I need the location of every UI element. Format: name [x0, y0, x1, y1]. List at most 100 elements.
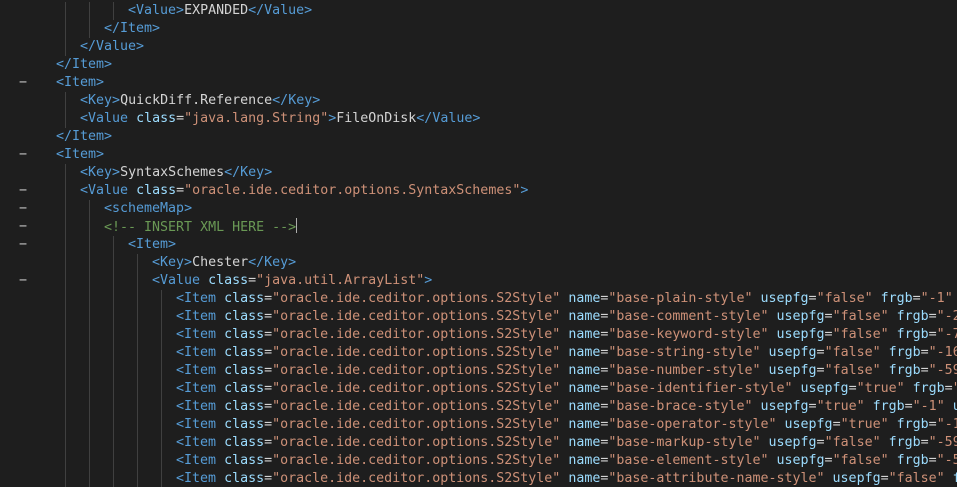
code-line[interactable]: </Value>	[0, 38, 957, 56]
attribute-name: name	[568, 363, 601, 378]
indent-guide	[89, 416, 90, 434]
code-editor[interactable]: <Value>EXPANDED</Value> </Item> </Value> </…	[0, 0, 957, 487]
equals-sign: =	[176, 111, 185, 126]
tag-bracket: >	[96, 75, 105, 90]
code-line[interactable]: <Item class="oracle.ide.ceditor.options.…	[0, 344, 957, 362]
fold-collapse-icon[interactable]: −	[18, 74, 28, 92]
tag-bracket: <	[176, 417, 185, 432]
code-text: <Key>QuickDiff.Reference</Key>	[80, 92, 320, 110]
code-line[interactable]: <Item class="oracle.ide.ceditor.options.…	[0, 290, 957, 308]
fold-collapse-icon[interactable]: −	[18, 146, 28, 164]
tag-bracket: >	[168, 237, 177, 252]
attribute-value: "	[953, 381, 957, 396]
code-line[interactable]: <Key>Chester</Key>	[0, 254, 957, 272]
code-line[interactable]: <Item class="oracle.ide.ceditor.options.…	[0, 470, 957, 487]
code-line[interactable]: </Item>	[0, 20, 957, 38]
equals-sign: =	[264, 363, 273, 378]
text-content	[793, 381, 801, 396]
fold-collapse-icon[interactable]: −	[18, 218, 28, 236]
tag-bracket: </	[224, 165, 241, 180]
tag-name: Item	[64, 147, 97, 162]
tag-bracket: >	[184, 201, 193, 216]
fold-collapse-icon[interactable]: −	[18, 272, 28, 290]
text-content	[216, 435, 224, 450]
code-line[interactable]: − <Value class="oracle.ide.ceditor.option…	[0, 182, 957, 200]
attribute-value: "true"	[840, 417, 889, 432]
indent-guide	[113, 416, 114, 434]
tag-name: Value	[264, 3, 305, 18]
attribute-value: "oracle.ide.ceditor.options.S2Style"	[272, 309, 561, 324]
code-line[interactable]: − <Item>	[0, 74, 957, 92]
attribute-value: "false"	[824, 363, 881, 378]
text-content	[768, 309, 776, 324]
code-line[interactable]: <Item class="oracle.ide.ceditor.options.…	[0, 362, 957, 380]
attribute-name: class	[136, 111, 177, 126]
attribute-value: "false"	[888, 471, 945, 486]
text-content	[752, 291, 760, 306]
attribute-name: usepfg	[800, 381, 849, 396]
text-cursor	[296, 218, 298, 233]
indent-guide	[89, 20, 90, 38]
code-text: <Key>Chester</Key>	[152, 254, 296, 272]
code-line[interactable]: </Item>	[0, 128, 957, 146]
text-content	[945, 471, 953, 486]
code-line[interactable]: <Key>SyntaxSchemes</Key>	[0, 164, 957, 182]
indent-guide	[65, 416, 66, 434]
code-line[interactable]: − <Value class="java.util.ArrayList">	[0, 272, 957, 290]
code-line[interactable]: − <Item>	[0, 146, 957, 164]
code-text: <Item>	[128, 236, 176, 254]
indent-guide	[137, 452, 138, 470]
code-line[interactable]: − <schemeMap>	[0, 200, 957, 218]
code-line[interactable]: <Item class="oracle.ide.ceditor.options.…	[0, 416, 957, 434]
indent-guide	[65, 308, 66, 326]
code-line[interactable]: <Key>QuickDiff.Reference</Key>	[0, 92, 957, 110]
code-line[interactable]: <Item class="oracle.ide.ceditor.options.…	[0, 452, 957, 470]
code-text: <Item class="oracle.ide.ceditor.options.…	[176, 434, 957, 452]
attribute-name: class	[224, 399, 265, 414]
tag-name: Item	[72, 129, 105, 144]
indent-guide	[89, 398, 90, 416]
tag-name: Value	[96, 39, 137, 54]
fold-collapse-icon[interactable]: −	[18, 182, 28, 200]
attribute-value: "oracle.ide.ceditor.options.S2Style"	[272, 381, 561, 396]
text-content: QuickDiff.Reference	[120, 93, 273, 108]
equals-sign: =	[264, 345, 273, 360]
indent-guide	[65, 236, 66, 254]
code-line[interactable]: </Item>	[0, 56, 957, 74]
code-line[interactable]: <Item class="oracle.ide.ceditor.options.…	[0, 326, 957, 344]
code-text: <Value>EXPANDED</Value>	[128, 2, 312, 20]
tag-bracket: <	[176, 291, 185, 306]
attribute-value: "false"	[832, 327, 889, 342]
indent-guide	[137, 254, 138, 272]
tag-bracket: </	[56, 57, 73, 72]
code-text: <Value class="java.util.ArrayList">	[152, 272, 432, 290]
indent-guide	[65, 398, 66, 416]
code-line[interactable]: − <Item>	[0, 236, 957, 254]
attribute-name: f	[952, 471, 957, 486]
code-line[interactable]: <Item class="oracle.ide.ceditor.options.…	[0, 380, 957, 398]
tag-name: Key	[88, 165, 113, 180]
indent-guide	[113, 452, 114, 470]
indent-guide	[65, 182, 66, 200]
code-line[interactable]: <Item class="oracle.ide.ceditor.options.…	[0, 398, 957, 416]
tag-bracket: >	[104, 129, 113, 144]
attribute-name: usepfg	[768, 363, 817, 378]
fold-collapse-icon[interactable]: −	[18, 236, 28, 254]
attribute-value: "false"	[832, 309, 889, 324]
code-text: <Item>	[56, 74, 104, 92]
code-line[interactable]: <Item class="oracle.ide.ceditor.options.…	[0, 308, 957, 326]
indent-guide	[89, 254, 90, 272]
code-text: </Item>	[56, 56, 112, 74]
code-line[interactable]: <Value class="java.lang.String">FileOnDi…	[0, 110, 957, 128]
equals-sign: =	[264, 417, 273, 432]
indent-guide	[65, 434, 66, 452]
tag-name: Item	[184, 399, 217, 414]
code-line[interactable]: − <!-- INSERT XML HERE -->	[0, 218, 957, 236]
fold-collapse-icon[interactable]: −	[18, 200, 28, 218]
code-line[interactable]: <Value>EXPANDED</Value>	[0, 2, 957, 20]
attribute-name: frgb	[912, 381, 945, 396]
equals-sign: =	[880, 471, 889, 486]
text-content	[216, 471, 224, 486]
indent-guide	[65, 344, 66, 362]
code-line[interactable]: <Item class="oracle.ide.ceditor.options.…	[0, 434, 957, 452]
